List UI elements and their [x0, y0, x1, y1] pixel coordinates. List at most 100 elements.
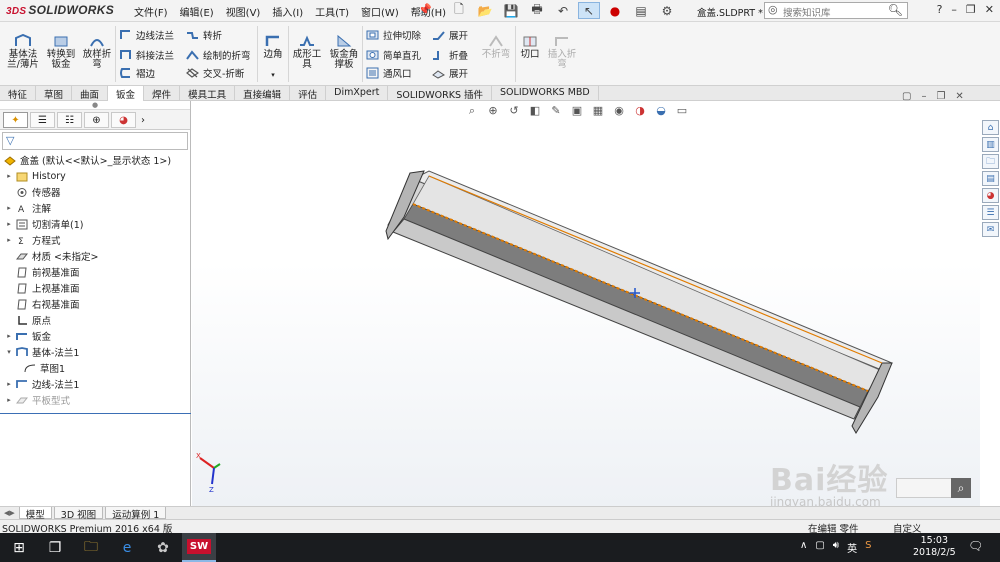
tab-addins[interactable]: SOLIDWORKS 插件 — [388, 86, 493, 101]
file-properties-icon[interactable]: ▤ — [630, 2, 652, 19]
extruded-cut-button[interactable]: 拉伸切除 — [366, 28, 421, 42]
tab-motion-study[interactable]: 运动算例 1 — [105, 507, 167, 521]
tree-item-edge-flange1[interactable]: ▸ 边线-法兰1 — [0, 376, 190, 392]
tab-sheet-metal[interactable]: 钣金 — [108, 86, 145, 101]
expand-arrow-icon[interactable]: ▸ — [4, 204, 14, 212]
insert-bends-button[interactable]: 插入折 弯 — [545, 34, 579, 70]
open-icon[interactable]: 📂 — [474, 2, 496, 19]
tree-item-front-plane[interactable]: 前视基准面 — [0, 264, 190, 280]
tab-direct-editing[interactable]: 直接编辑 — [235, 86, 291, 101]
windows-start-icon[interactable]: ⊞ — [2, 533, 36, 562]
lofted-bend-button[interactable]: 放样折 弯 — [80, 34, 114, 70]
solidworks-logo[interactable]: 3DS SOLIDWORKS — [6, 3, 114, 17]
collapse-arrow-icon[interactable]: ▾ — [4, 348, 14, 356]
forum-icon[interactable]: ✉ — [982, 222, 999, 237]
menu-insert[interactable]: 插入(I) — [266, 4, 309, 19]
tab-dimxpert[interactable]: DimXpert — [326, 86, 389, 101]
expand-arrow-icon[interactable]: ▸ — [4, 220, 14, 228]
no-bends-button[interactable]: 不折弯 — [478, 34, 514, 60]
tree-root[interactable]: 盒盖 (默认<<默认>_显示状态 1>) — [0, 152, 190, 168]
save-icon[interactable]: 💾 — [500, 2, 522, 19]
property-manager-tab-icon[interactable]: ☰ — [30, 112, 55, 128]
unfold-button[interactable]: 展开 — [432, 28, 468, 42]
convert-to-sheet-metal-button[interactable]: 转换到 钣金 — [44, 34, 78, 70]
tree-item-flat-pattern[interactable]: ▸ 平板型式 — [0, 392, 190, 408]
input-method-icon[interactable]: S — [865, 540, 871, 555]
tab-model[interactable]: 模型 — [18, 507, 52, 521]
expand-arrow-icon[interactable]: ▸ — [4, 380, 14, 388]
menu-tools[interactable]: 工具(T) — [309, 4, 355, 19]
new-document-icon[interactable]: 🗋 — [448, 2, 470, 19]
sheet-metal-part[interactable] — [192, 101, 980, 506]
graphics-search-icon[interactable]: ⌕ — [951, 478, 971, 498]
tab-sketch[interactable]: 草图 — [36, 86, 73, 101]
sketched-bend-button[interactable]: 绘制的折弯 — [186, 48, 251, 62]
panel-grip[interactable]: ● — [0, 101, 190, 110]
tree-item-cut-list[interactable]: ▸ 切割清单(1) — [0, 216, 190, 232]
edge-flange-button[interactable]: 边线法兰 — [119, 28, 174, 42]
help-icon[interactable]: ? — [937, 3, 943, 16]
chevron-down-icon[interactable]: ▾ — [260, 70, 286, 80]
tab-scroll-left-icon[interactable]: ◀▶ — [4, 509, 15, 519]
tree-item-equations[interactable]: ▸ Σ 方程式 — [0, 232, 190, 248]
clock[interactable]: 15:03 2018/2/5 — [913, 535, 956, 559]
expand-arrow-icon[interactable]: ▸ — [4, 172, 14, 180]
ime-indicator[interactable]: 英 — [847, 540, 857, 555]
file-explorer-taskbar-icon[interactable]: 🗀 — [74, 533, 108, 562]
view-palette-icon[interactable]: ▤ — [982, 171, 999, 186]
appearances-icon[interactable]: ◕ — [982, 188, 999, 203]
simple-hole-button[interactable]: 简单直孔 — [366, 48, 421, 62]
tree-item-sketch1[interactable]: 草图1 — [0, 360, 190, 376]
vent-button[interactable]: 通风口 — [366, 66, 412, 80]
rip-button[interactable]: 切口 — [517, 34, 543, 60]
expand-arrow-icon[interactable]: ▸ — [4, 236, 14, 244]
tab-evaluate[interactable]: 评估 — [290, 86, 327, 101]
app-icon[interactable]: ✿ — [146, 533, 180, 562]
task-view-icon[interactable]: ❐ — [38, 533, 72, 562]
tab-mold-tools[interactable]: 模具工具 — [180, 86, 236, 101]
minimize-icon[interactable]: – — [951, 3, 957, 16]
menu-edit[interactable]: 编辑(E) — [174, 4, 220, 19]
tab-surfaces[interactable]: 曲面 — [72, 86, 109, 101]
miter-flange-button[interactable]: 斜接法兰 — [119, 48, 174, 62]
edge-browser-icon[interactable]: e — [110, 533, 144, 562]
close-icon[interactable]: ✕ — [985, 3, 994, 16]
panel-more-icon[interactable]: › — [138, 112, 148, 128]
base-flange-button[interactable]: 基体法 兰/薄片 — [4, 34, 42, 70]
gusset-button[interactable]: 钣金角 撑板 — [327, 34, 361, 70]
menu-window[interactable]: 窗口(W) — [355, 4, 405, 19]
tree-item-history[interactable]: ▸ History — [0, 168, 190, 184]
knowledge-search-input[interactable]: ◎ 搜索知识库 🔍︎ — [764, 2, 908, 19]
tree-item-base-flange1[interactable]: ▾ 基体-法兰1 — [0, 344, 190, 360]
flatten-button[interactable]: 展开 — [432, 66, 468, 80]
volume-icon[interactable]: 🔊︎ — [833, 540, 839, 555]
network-icon[interactable]: ▢ — [815, 540, 824, 555]
undo-icon[interactable]: ↶ — [552, 2, 574, 19]
file-explorer-icon[interactable]: 🗀 — [982, 154, 999, 169]
notification-icon[interactable]: 🗨︎ — [968, 539, 983, 553]
expand-arrow-icon[interactable]: ▸ — [4, 332, 14, 340]
tree-item-right-plane[interactable]: 右视基准面 — [0, 296, 190, 312]
tab-3d-view[interactable]: 3D 视图 — [53, 507, 104, 521]
search-icon[interactable]: 🔍︎ — [888, 3, 903, 17]
fold-button[interactable]: 折叠 — [432, 48, 468, 62]
hem-button[interactable]: 褶边 — [119, 66, 155, 80]
forming-tool-button[interactable]: 成形工 具 — [290, 34, 324, 70]
tab-mbd[interactable]: SOLIDWORKS MBD — [492, 86, 599, 101]
tab-features[interactable]: 特征 — [0, 86, 37, 101]
tree-item-sensors[interactable]: 传感器 — [0, 184, 190, 200]
dimxpert-manager-tab-icon[interactable]: ⊕ — [84, 112, 109, 128]
expand-arrow-icon[interactable]: ▸ — [4, 396, 14, 404]
tray-chevron-icon[interactable]: ∧ — [800, 540, 807, 555]
tab-weldments[interactable]: 焊件 — [144, 86, 181, 101]
custom-properties-icon[interactable]: ☰ — [982, 205, 999, 220]
cross-break-button[interactable]: 交叉-折断 — [186, 66, 244, 80]
solidworks-resources-icon[interactable]: ⌂ — [982, 120, 999, 135]
configuration-manager-tab-icon[interactable]: ☷ — [57, 112, 82, 128]
print-icon[interactable]: 🖶 — [526, 2, 548, 19]
feature-manager-tab-icon[interactable]: ✦ — [3, 112, 28, 128]
tree-item-sheet-metal[interactable]: ▸ 钣金 — [0, 328, 190, 344]
jog-button[interactable]: 转折 — [186, 28, 222, 42]
menu-view[interactable]: 视图(V) — [220, 4, 267, 19]
restore-icon[interactable]: ❐ — [966, 3, 976, 16]
